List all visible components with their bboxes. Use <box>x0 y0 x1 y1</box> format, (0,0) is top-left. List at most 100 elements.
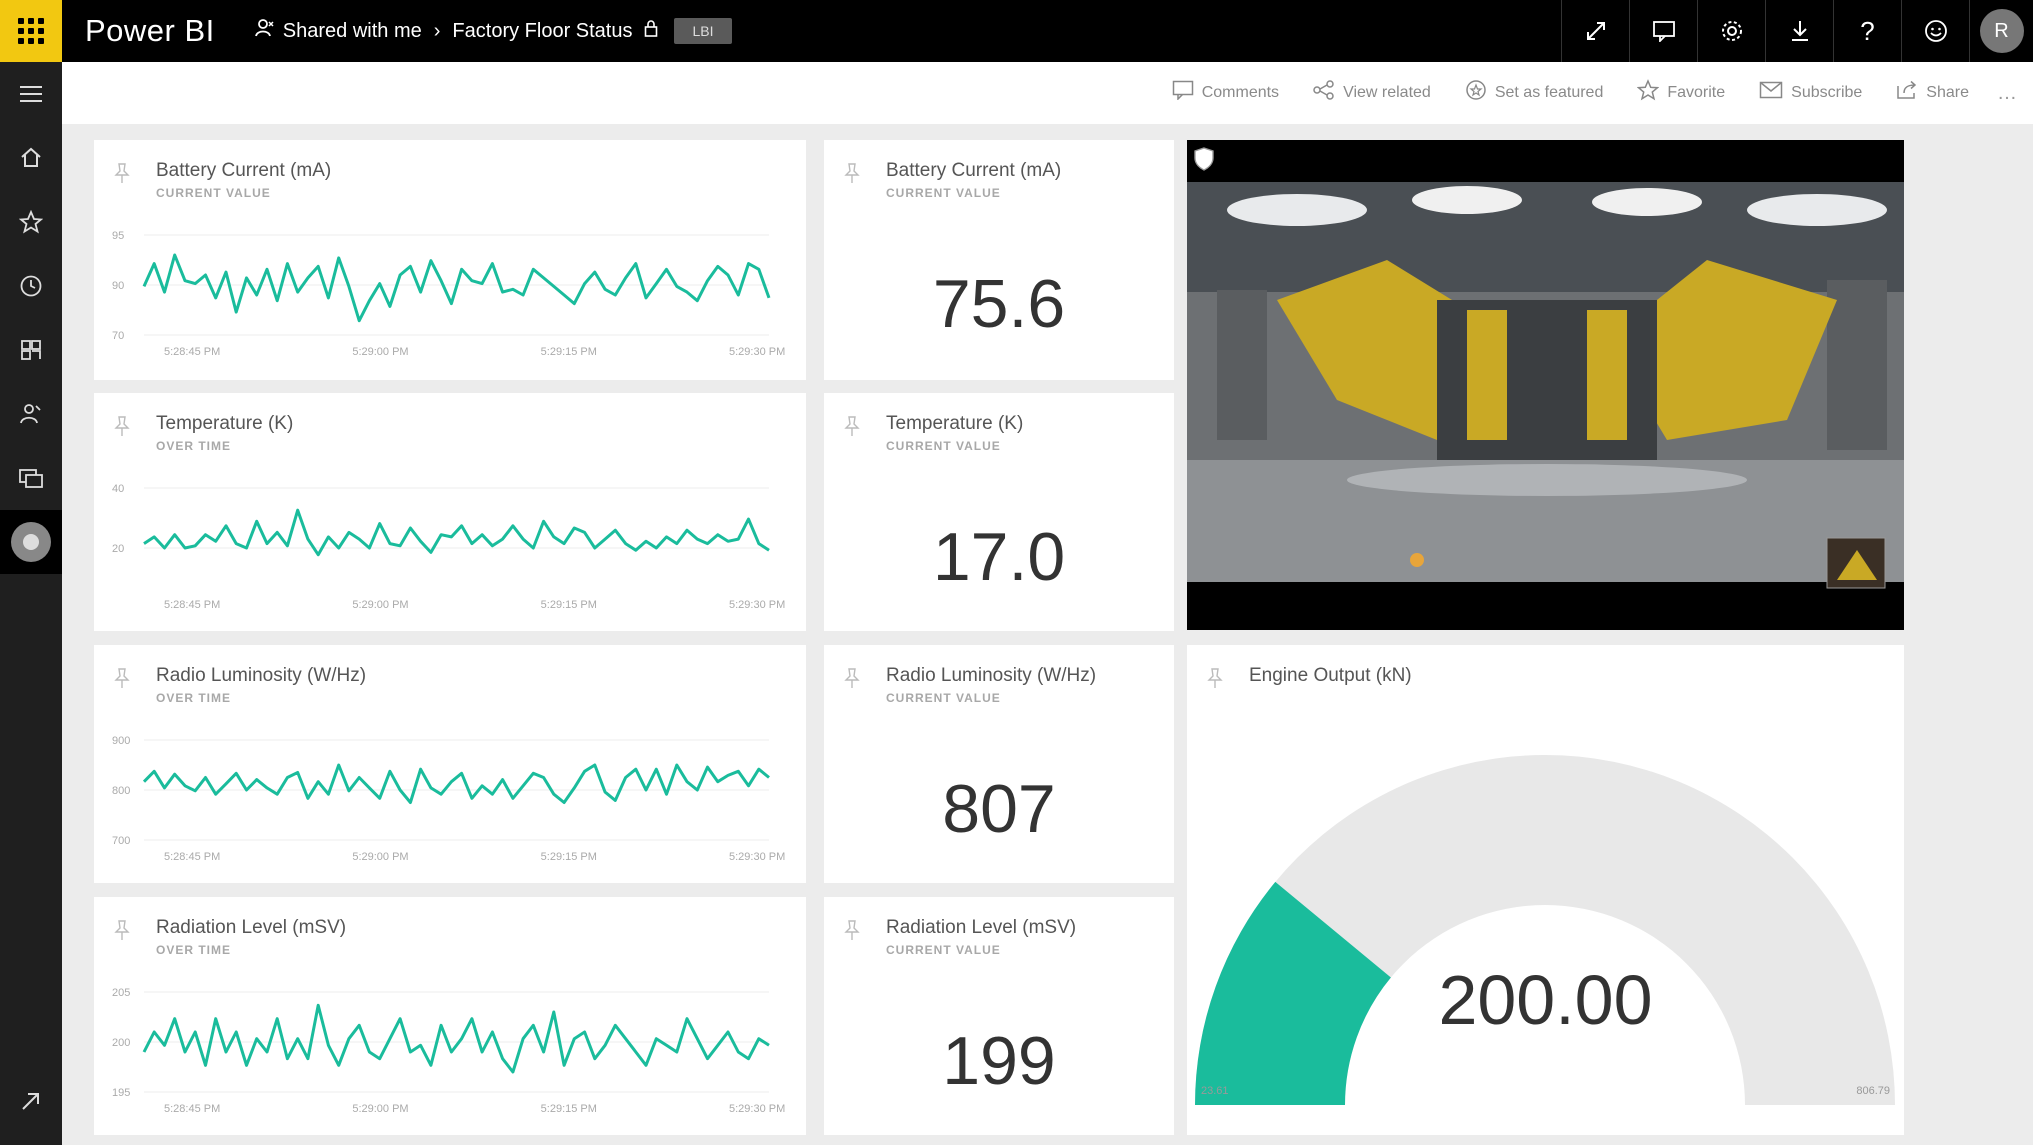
x-tick-label: 5:29:15 PM <box>541 346 597 358</box>
x-tick-label: 5:29:00 PM <box>352 1103 408 1115</box>
tile-temperature-card[interactable]: Temperature (K) CURRENT VALUE 17.0 <box>824 393 1174 631</box>
series-line <box>142 253 771 323</box>
x-tick-label: 5:29:15 PM <box>541 599 597 611</box>
x-tick-label: 5:28:45 PM <box>164 1103 220 1115</box>
tile-subtitle: CURRENT VALUE <box>886 186 1001 200</box>
feedback-smiley-icon[interactable] <box>1901 0 1969 62</box>
my-workspace-item[interactable] <box>0 510 62 574</box>
top-bar: Power BI Shared with me › Factory Floor … <box>0 0 2033 62</box>
chevron-right-icon: › <box>433 19 441 42</box>
tile-radio-card[interactable]: Radio Luminosity (W/Hz) CURRENT VALUE 80… <box>824 645 1174 883</box>
breadcrumb: Shared with me › Factory Floor Status LB… <box>254 18 732 44</box>
shared-person-icon <box>254 18 275 44</box>
comment-icon <box>1172 80 1194 106</box>
x-tick-label: 5:29:00 PM <box>352 851 408 863</box>
fullscreen-icon[interactable] <box>1561 0 1629 62</box>
x-tick-label: 5:29:30 PM <box>729 851 785 863</box>
x-tick-label: 5:29:00 PM <box>352 599 408 611</box>
card-value: 199 <box>942 1023 1056 1099</box>
share-icon <box>1896 80 1918 106</box>
breadcrumb-dashboard[interactable]: Factory Floor Status <box>452 20 632 43</box>
pin-icon[interactable] <box>844 667 860 695</box>
battery-line-chart: 95 90 70 5:28:45 PM 5:29:00 PM 5:29:15 PM 5:29… <box>112 230 785 358</box>
tile-radiation-line-chart[interactable]: Radiation Level (mSV) OVER TIME 205 200 19… <box>94 897 806 1135</box>
expand-arrow-icon[interactable] <box>0 1069 62 1133</box>
tile-title: Radio Luminosity (W/Hz) <box>886 665 1097 686</box>
y-tick-label: 90 <box>112 280 124 292</box>
gauge-min-label: 23.61 <box>1201 1085 1229 1097</box>
y-tick-label: 20 <box>112 543 124 555</box>
top-actions: ? R <box>1561 0 2033 62</box>
x-tick-label: 5:28:45 PM <box>164 346 220 358</box>
engine-gauge-chart <box>1195 755 1895 1105</box>
gauge-max-label: 806.79 <box>1856 1085 1890 1097</box>
lock-icon <box>644 19 658 43</box>
settings-gear-icon[interactable] <box>1697 0 1765 62</box>
favorite-label: Favorite <box>1667 84 1726 101</box>
card-value: 807 <box>942 771 1056 847</box>
view-related-button[interactable]: View related <box>1313 80 1431 106</box>
left-nav <box>0 62 62 1145</box>
favorite-button[interactable]: Favorite <box>1636 79 1726 107</box>
series-line <box>142 1003 770 1074</box>
favorites-star-icon[interactable] <box>0 190 62 254</box>
tile-radio-line-chart[interactable]: Radio Luminosity (W/Hz) OVER TIME 900 800… <box>94 645 806 883</box>
shared-with-me-icon[interactable] <box>0 382 62 446</box>
set-featured-label: Set as featured <box>1494 84 1604 101</box>
sensitivity-badge: LBI <box>674 18 732 44</box>
pin-icon[interactable] <box>844 919 860 947</box>
subscribe-label: Subscribe <box>1791 84 1863 101</box>
recent-clock-icon[interactable] <box>0 254 62 318</box>
app-launcher-icon[interactable] <box>0 0 62 62</box>
video-tile[interactable] <box>1187 140 1904 630</box>
mail-icon <box>1759 81 1783 105</box>
y-tick-label: 205 <box>112 987 130 999</box>
factory-robot-video <box>1187 140 1904 630</box>
tile-temperature-line-chart[interactable]: Temperature (K) OVER TIME 40 20 5:28:45 PM… <box>94 393 806 631</box>
home-icon[interactable] <box>0 126 62 190</box>
more-options-icon[interactable]: … <box>1997 82 2017 105</box>
tile-title: Temperature (K) <box>886 413 1024 434</box>
x-tick-label: 5:29:30 PM <box>729 346 785 358</box>
x-tick-label: 5:29:15 PM <box>541 851 597 863</box>
x-tick-label: 5:29:30 PM <box>729 599 785 611</box>
tile-subtitle: CURRENT VALUE <box>886 691 1001 705</box>
x-tick-label: 5:29:30 PM <box>729 1103 785 1115</box>
comments-button[interactable]: Comments <box>1172 80 1279 106</box>
series-line <box>142 763 770 804</box>
tile-subtitle: CURRENT VALUE <box>886 943 1001 957</box>
comments-label: Comments <box>1201 84 1280 101</box>
y-tick-label: 900 <box>112 735 130 747</box>
hamburger-menu-icon[interactable] <box>0 62 62 126</box>
apps-icon[interactable] <box>0 318 62 382</box>
gauge-value: 200.00 <box>1438 961 1653 1039</box>
y-tick-label: 95 <box>112 230 124 242</box>
tile-radiation-card[interactable]: Radiation Level (mSV) CURRENT VALUE 199 <box>824 897 1174 1135</box>
radiation-line-chart: 205 200 195 5:28:45 PM 5:29:00 PM 5:29:15 PM 5… <box>112 987 785 1115</box>
x-tick-label: 5:29:15 PM <box>541 1103 597 1115</box>
tile-title: Battery Current (mA) <box>886 160 1062 181</box>
breadcrumb-shared[interactable]: Shared with me <box>283 20 422 43</box>
pin-icon[interactable] <box>844 162 860 190</box>
tile-battery-card[interactable]: Battery Current (mA) CURRENT VALUE 75.6 <box>824 140 1174 380</box>
x-tick-label: 5:28:45 PM <box>164 599 220 611</box>
user-avatar-button[interactable]: R <box>1969 0 2033 62</box>
x-tick-label: 5:29:00 PM <box>352 346 408 358</box>
related-nodes-icon <box>1313 80 1335 106</box>
card-value: 17.0 <box>932 519 1066 595</box>
download-icon[interactable] <box>1765 0 1833 62</box>
tile-engine-gauge[interactable]: Engine Output (kN) 200.00 23.61 806.79 <box>1187 645 1904 1135</box>
help-icon[interactable]: ? <box>1833 0 1901 62</box>
subscribe-button[interactable]: Subscribe <box>1759 81 1862 105</box>
featured-icon <box>1465 79 1487 107</box>
shield-icon[interactable] <box>1193 146 1215 177</box>
y-tick-label: 195 <box>112 1087 130 1099</box>
share-button[interactable]: Share <box>1896 80 1969 106</box>
notifications-icon[interactable] <box>1629 0 1697 62</box>
app-title[interactable]: Power BI <box>85 13 215 49</box>
set-as-featured-button[interactable]: Set as featured <box>1465 79 1604 107</box>
workspaces-icon[interactable] <box>0 446 62 510</box>
pin-icon[interactable] <box>844 415 860 443</box>
share-label: Share <box>1926 84 1969 101</box>
tile-battery-line-chart[interactable]: Battery Current (mA) CURRENT VALUE 95 90 7… <box>94 140 806 380</box>
